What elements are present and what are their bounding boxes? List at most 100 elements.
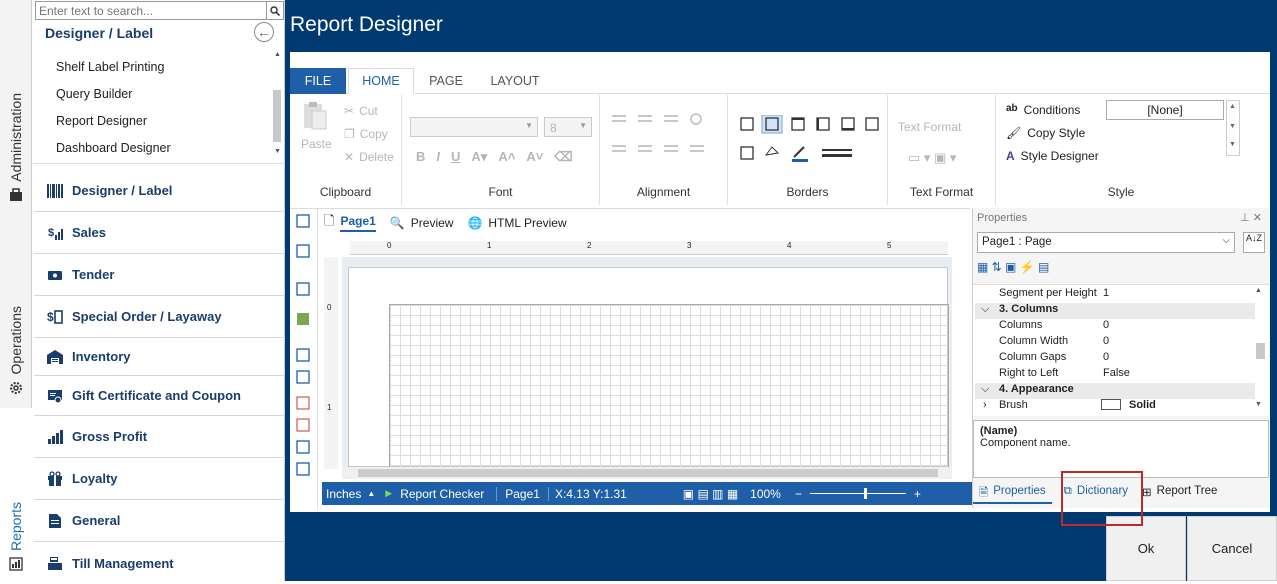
property-row[interactable]: Segment per Height 1 — [975, 287, 1255, 303]
cancel-button[interactable]: Cancel — [1187, 516, 1277, 581]
category-loyalty[interactable]: Loyalty — [34, 458, 285, 500]
search-input[interactable] — [36, 2, 264, 19]
category-special-order[interactable]: $ Special Order / Layaway — [34, 296, 285, 338]
tab-properties[interactable]: 🗎 Properties — [973, 482, 1052, 504]
back-button[interactable]: ← — [254, 22, 274, 42]
zoom-in-icon[interactable]: + — [914, 487, 921, 501]
property-row[interactable]: Column Width 0 — [975, 335, 1255, 351]
conditions-icon: ab — [1006, 103, 1018, 114]
component-select[interactable]: Page1 : Page ⌵ — [977, 232, 1235, 253]
format-icons[interactable]: ▭ ▾ ▣ ▾ — [908, 150, 956, 166]
tab-layout[interactable]: LAYOUT — [480, 68, 550, 94]
grow-font-icon[interactable]: A˄ — [498, 149, 515, 165]
text-format-dropdown[interactable]: Text Format — [898, 120, 961, 134]
canvas-area: 🗋 Page1 🔍 Preview 🌐 HTML Preview 0 1 2 3… — [290, 208, 970, 509]
category-gross-profit[interactable]: Gross Profit — [34, 416, 285, 458]
underline-icon[interactable]: U — [451, 149, 460, 165]
property-category[interactable]: ⌵ 3. Columns — [975, 303, 1255, 319]
horizontal-ruler: 0 1 2 3 4 5 — [350, 241, 948, 255]
tab-report-tree[interactable]: ⊞ Report Tree — [1136, 482, 1223, 504]
tab-page[interactable]: PAGE — [416, 68, 476, 94]
sort-az-icon[interactable]: A↓Z — [1243, 232, 1265, 253]
tab-properties-label: Properties — [993, 485, 1046, 497]
units-select[interactable]: Inches — [326, 487, 361, 501]
conditions-button[interactable]: ab Conditions — [1006, 103, 1080, 117]
category-inventory[interactable]: Inventory — [34, 338, 285, 376]
property-row[interactable]: Right to Left False — [975, 367, 1255, 383]
page-icon: 🗋 — [324, 213, 335, 228]
brush-icon: 🖌 — [1006, 126, 1022, 140]
horizontal-scrollbar[interactable] — [342, 467, 952, 479]
tab-home[interactable]: HOME — [348, 68, 414, 94]
tab-administration-label: Administration — [8, 93, 24, 182]
bold-icon[interactable]: B — [416, 149, 425, 165]
pin-close-icons[interactable]: ⊥ ✕ — [1240, 211, 1262, 224]
property-name: Column Width — [999, 335, 1069, 347]
submenu-item-dashboard-designer[interactable]: Dashboard Designer — [56, 141, 171, 155]
report-page[interactable] — [348, 267, 949, 468]
report-checker-button[interactable]: Report Checker — [400, 487, 484, 501]
report-icon — [9, 557, 23, 571]
copy-style-button[interactable]: 🖌 Copy Style — [1006, 126, 1085, 140]
property-row[interactable]: › Brush Solid — [975, 399, 1255, 415]
search-icon[interactable] — [266, 2, 283, 19]
copy-button[interactable]: ❐ Copy — [344, 127, 388, 141]
tab-page1[interactable]: Page1 — [340, 214, 376, 232]
ruler-tick: 3 — [687, 241, 692, 250]
toolbox — [290, 209, 318, 509]
italic-icon[interactable]: I — [436, 149, 440, 165]
category-gift-certificate[interactable]: Gift Certificate and Coupon — [34, 376, 285, 416]
tab-operations[interactable]: Operations — [0, 214, 32, 404]
category-sales[interactable]: $ Sales — [34, 212, 285, 254]
submenu-item-query-builder[interactable]: Query Builder — [56, 87, 132, 101]
style-select[interactable]: [None] — [1106, 100, 1224, 120]
category-general[interactable]: General — [34, 500, 285, 542]
delete-button[interactable]: ✕ Delete — [344, 150, 394, 164]
property-category[interactable]: ⌵ 4. Appearance — [975, 383, 1255, 399]
style-designer-button[interactable]: A Style Designer — [1006, 149, 1099, 163]
properties-icon: 🗎 — [979, 487, 989, 499]
submenu-scrollbar[interactable]: ▲ ▼ — [272, 48, 284, 160]
window-title: Report Designer — [290, 13, 443, 36]
paste-label[interactable]: Paste — [301, 137, 332, 151]
border-icons[interactable] — [738, 115, 883, 165]
category-label: Gift Certificate and Coupon — [72, 388, 241, 403]
tab-reports[interactable]: Reports — [0, 408, 32, 581]
style-scroll[interactable]: ▲ ▼ ▼ — [1226, 100, 1240, 156]
properties-title: Properties — [977, 212, 1028, 224]
property-grid-scrollbar[interactable]: ▲ ▼ — [1255, 285, 1267, 413]
tab-preview[interactable]: Preview — [411, 216, 454, 230]
property-row[interactable]: Columns 0 — [975, 319, 1255, 335]
shrink-font-icon[interactable]: A˅ — [526, 149, 543, 165]
tab-reports-label: Reports — [8, 501, 24, 551]
properties-toolbar[interactable]: ▦ ⇅ ▣ ⚡ ▤ — [977, 260, 1049, 274]
category-tender[interactable]: Tender — [34, 254, 285, 296]
cut-button[interactable]: ✂ Cut — [344, 104, 378, 118]
submenu-item-report-designer[interactable]: Report Designer — [56, 114, 147, 128]
tab-html-preview[interactable]: HTML Preview — [488, 216, 566, 230]
view-mode-icons[interactable]: ▣ ▤ ▥ ▦ — [683, 487, 738, 501]
tab-report-tree-label: Report Tree — [1156, 485, 1218, 497]
page-workspace — [342, 257, 952, 468]
paste-icon[interactable] — [302, 101, 328, 131]
tab-administration[interactable]: Administration — [0, 0, 32, 210]
font-name-select[interactable]: ▼ — [410, 117, 538, 137]
clear-format-icon[interactable]: ⌫ — [554, 149, 572, 165]
tab-file[interactable]: FILE — [290, 68, 346, 94]
category-till-management[interactable]: Till Management — [34, 542, 285, 584]
chevron-down-icon: ⌵ — [981, 383, 990, 395]
property-name: Right to Left — [999, 367, 1059, 379]
font-size-select[interactable]: 8 ▼ — [544, 117, 592, 137]
font-color-icon[interactable]: A▾ — [471, 149, 487, 165]
submenu-item-shelf-label[interactable]: Shelf Label Printing — [56, 60, 164, 74]
zoom-out-icon[interactable]: − — [795, 487, 802, 501]
property-row[interactable]: Column Gaps 0 — [975, 351, 1255, 367]
toolbox-icons[interactable] — [290, 209, 318, 509]
chevron-down-icon: ⌵ — [1222, 235, 1230, 246]
nav-panel: Designer / Label ← Shelf Label Printing … — [33, 0, 285, 581]
alignment-icons[interactable] — [608, 113, 720, 161]
zoom-level: 100% — [750, 486, 781, 501]
zoom-slider[interactable] — [809, 488, 906, 499]
category-designer-label[interactable]: Designer / Label — [34, 170, 285, 212]
vertical-ruler: 0 1 — [324, 257, 338, 469]
